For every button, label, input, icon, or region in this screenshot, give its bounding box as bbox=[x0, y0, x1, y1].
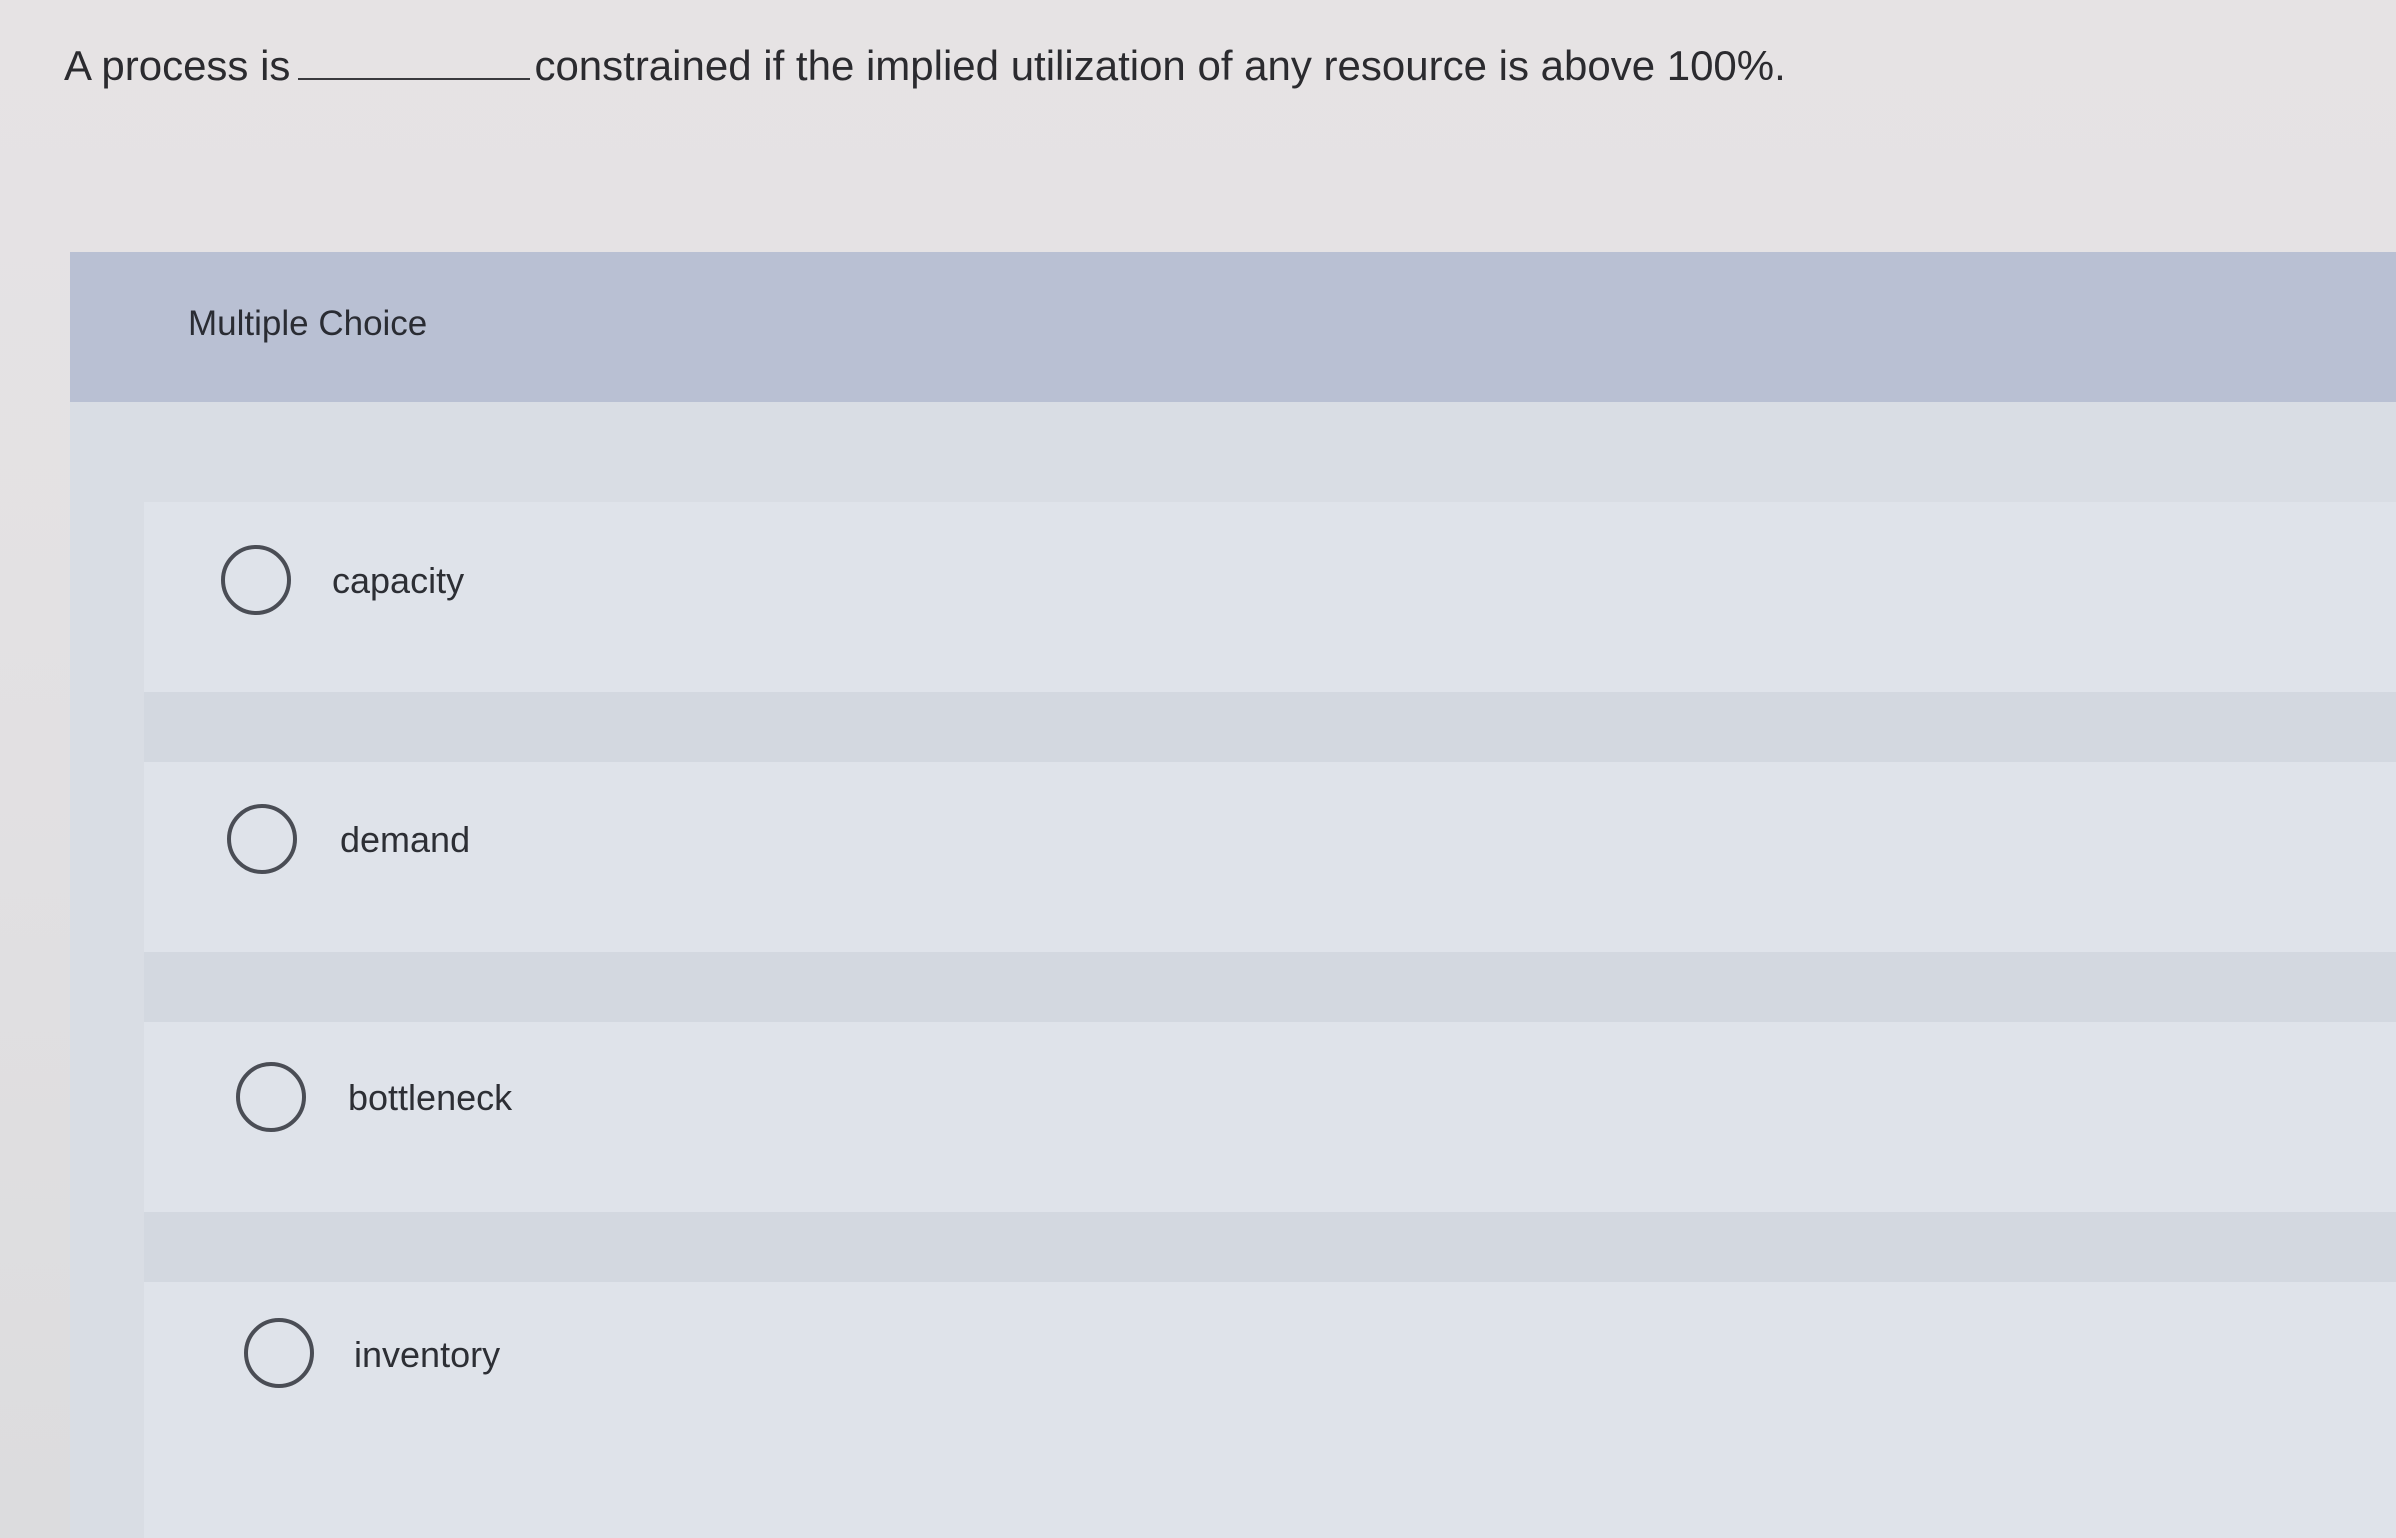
panel-header: Multiple Choice bbox=[70, 252, 2396, 402]
options-list: capacity demand bottleneck inventory bbox=[144, 502, 2396, 1538]
question-text: A process is constrained if the implied u… bbox=[64, 42, 1786, 90]
question-suffix: constrained if the implied utilization o… bbox=[534, 42, 1786, 89]
radio-button-icon[interactable] bbox=[244, 1318, 314, 1388]
option-divider bbox=[144, 1212, 2396, 1282]
option-label[interactable]: capacity bbox=[332, 560, 464, 602]
radio-button-icon[interactable] bbox=[221, 545, 291, 615]
radio-button-icon[interactable] bbox=[236, 1062, 306, 1132]
option-demand[interactable]: demand bbox=[144, 762, 2396, 952]
page: A process is constrained if the implied u… bbox=[0, 0, 2396, 1538]
radio-button-icon[interactable] bbox=[227, 804, 297, 874]
option-divider bbox=[144, 952, 2396, 1022]
option-divider bbox=[144, 692, 2396, 762]
option-bottleneck[interactable]: bottleneck bbox=[144, 1022, 2396, 1212]
answer-blank bbox=[298, 48, 531, 80]
panel-header-label: Multiple Choice bbox=[188, 304, 428, 343]
option-capacity[interactable]: capacity bbox=[144, 502, 2396, 692]
option-label[interactable]: inventory bbox=[354, 1334, 500, 1376]
option-inventory[interactable]: inventory bbox=[144, 1282, 2396, 1472]
option-label[interactable]: bottleneck bbox=[348, 1077, 512, 1119]
multiple-choice-panel: Multiple Choice capacity demand bottlene… bbox=[70, 252, 2396, 1538]
option-label[interactable]: demand bbox=[340, 819, 470, 861]
question-prefix: A process is bbox=[64, 42, 291, 89]
